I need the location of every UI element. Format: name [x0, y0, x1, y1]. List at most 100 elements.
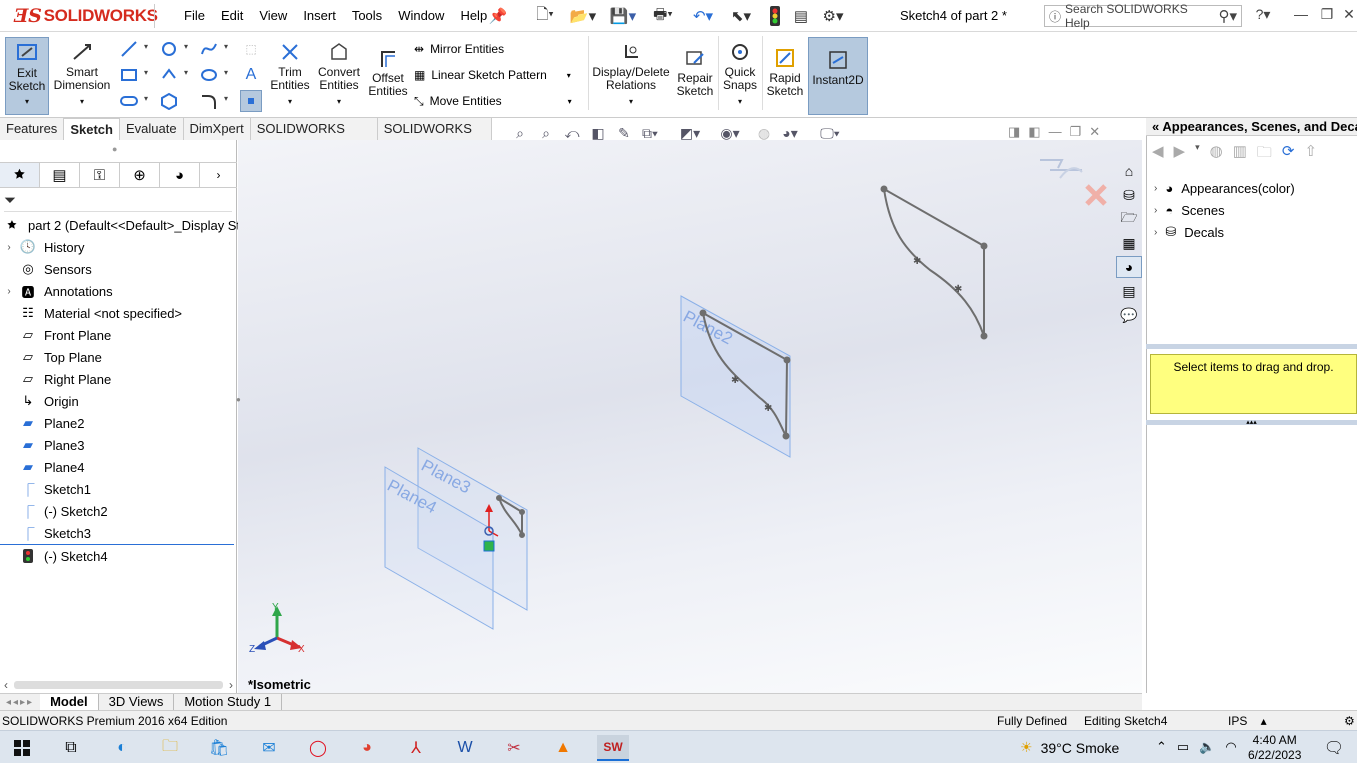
scroll-right-icon[interactable]: › [229, 678, 233, 692]
viewport-restore-icon[interactable]: ❐ [1070, 124, 1082, 140]
forward-icon[interactable]: ▶ [1174, 142, 1186, 167]
tree-item-sketch4[interactable]: (-) Sketch4 [0, 545, 108, 567]
undo-icon[interactable]: ↶▾ [686, 6, 720, 26]
tab-features[interactable]: Features [0, 118, 65, 140]
convert-entities-button[interactable]: Convert Entities ▾ [316, 40, 362, 108]
rapid-sketch-button[interactable]: Rapid Sketch [764, 46, 806, 98]
tree-item-origin[interactable]: ↳ Origin [0, 390, 79, 412]
open-icon[interactable]: 📂▾ [566, 6, 600, 26]
tree-item-plane3[interactable]: ▰ Plane3 [0, 434, 84, 456]
expand-icon[interactable]: › [1154, 183, 1157, 194]
new-folder-icon[interactable]: 🗀 [1257, 142, 1272, 167]
solidworks-resources-home-icon[interactable]: ⌂ [1116, 160, 1142, 182]
wifi-icon[interactable]: ◠ [1225, 739, 1236, 755]
chevron-down-icon[interactable]: ▾ [568, 97, 572, 106]
display-delete-relations-button[interactable]: Display/Delete Relations ▾ [592, 40, 670, 108]
notification-icon[interactable]: 🗨 [1320, 735, 1348, 761]
save-icon[interactable]: 💾▾ [606, 6, 640, 26]
repair-sketch-button[interactable]: Repair Sketch [674, 46, 716, 98]
microsoft-store-icon[interactable]: 🛍 [205, 735, 233, 761]
chevron-down-icon[interactable]: ▾ [224, 94, 228, 103]
tree-item-sketch1[interactable]: ⎾ Sketch1 [0, 478, 91, 500]
chevron-down-icon[interactable]: ▾ [144, 68, 148, 77]
expand-icon[interactable]: › [0, 286, 18, 297]
tree-item-sketch2[interactable]: ⎾ (-) Sketch2 [0, 500, 107, 522]
menu-tools[interactable]: Tools [344, 8, 390, 24]
tree-item-front-plane[interactable]: ▱ Front Plane [0, 324, 111, 346]
tab-3d-views[interactable]: 3D Views [99, 694, 175, 710]
linear-sketch-pattern-button[interactable]: ▦ Linear Sketch Pattern ▾ [414, 64, 571, 86]
minimize-window-icon[interactable]: — [1290, 6, 1312, 26]
design-library-icon[interactable]: ⛁ [1116, 184, 1142, 206]
tree-item-sketch3[interactable]: ⎾ Sketch3 [0, 522, 91, 544]
display-manager-tab-icon[interactable]: ◕ [160, 163, 200, 187]
mirror-entities-button[interactable]: ⇹ Mirror Entities [414, 38, 504, 60]
rebuild-icon[interactable] [766, 6, 784, 26]
filter-icon[interactable]: ⏷ [4, 192, 232, 212]
battery-icon[interactable]: ▭ [1177, 739, 1189, 755]
smart-dimension-button[interactable]: Smart Dimension ▾ [54, 40, 110, 108]
rectangle-icon[interactable] [118, 64, 140, 86]
tab-evaluate[interactable]: Evaluate [120, 118, 184, 140]
fillet-icon[interactable] [198, 90, 220, 112]
tab-motion-study[interactable]: Motion Study 1 [174, 694, 283, 710]
tree-item-decals[interactable]: › ⛁ Decals [1154, 221, 1224, 243]
exit-sketch-button[interactable]: Exit Sketch ▾ [5, 37, 49, 115]
tree-item-sensors[interactable]: ◎ Sensors [0, 258, 91, 280]
solidworks-logo[interactable]: ƎS SOLIDWORKS [14, 4, 158, 28]
mail-icon[interactable]: ✉ [255, 735, 283, 761]
select-icon[interactable]: ⬉▾ [726, 6, 756, 26]
windows-start-icon[interactable] [8, 735, 36, 761]
expand-icon[interactable]: › [1154, 205, 1157, 216]
up-arrow-icon[interactable]: ⇧ [1305, 142, 1318, 167]
edge-browser-icon[interactable]: ◐ [108, 735, 136, 761]
tree-item-plane4[interactable]: ▰ Plane4 [0, 456, 84, 478]
tab-model[interactable]: Model [40, 694, 99, 710]
search-field[interactable]: ⓘ Search SOLIDWORKS Help ⚲▾ [1044, 2, 1242, 30]
new-document-icon[interactable]: 🗋▾ [530, 6, 560, 26]
construction-geometry-icon[interactable]: ⬚ [240, 38, 262, 60]
feature-manager-tab-icon[interactable]: 🟊 [0, 163, 40, 187]
tree-item-right-plane[interactable]: ▱ Right Plane [0, 368, 111, 390]
weather-widget[interactable]: ☀ 39°C Smoke [1020, 739, 1119, 756]
file-properties-icon[interactable]: ▤ [790, 6, 812, 26]
dimxpert-manager-tab-icon[interactable]: ⊕ [120, 163, 160, 187]
splitter-handle[interactable]: ● [112, 144, 117, 154]
pane-splitter[interactable] [1146, 344, 1357, 349]
refresh-icon[interactable]: ⟳ [1282, 142, 1295, 167]
expand-icon[interactable]: › [0, 242, 18, 253]
move-entities-button[interactable]: ⤡ Move Entities ▾ [414, 90, 572, 112]
close-window-icon[interactable]: ✕ [1338, 6, 1357, 26]
chevron-down-icon[interactable]: ▾ [184, 42, 188, 51]
chevron-up-icon[interactable]: ⌃ [1156, 739, 1167, 755]
tree-item-appearances[interactable]: › ◕ Appearances(color) [1154, 177, 1295, 199]
configuration-manager-tab-icon[interactable]: ⚿ [80, 163, 120, 187]
scroll-thumb[interactable] [14, 681, 223, 689]
offset-entities-button[interactable]: Offset Entities [366, 46, 410, 98]
units-selector[interactable]: IPS ▴ [1228, 714, 1267, 728]
horizontal-scrollbar[interactable]: ‹ › [0, 677, 237, 693]
spline-icon[interactable] [198, 38, 220, 60]
chevron-down-icon[interactable]: ▾ [1195, 142, 1200, 167]
confirmation-corner[interactable] [1040, 159, 1107, 206]
line-icon[interactable] [118, 38, 140, 60]
chevron-down-icon[interactable]: ▾ [184, 68, 188, 77]
chevron-down-icon[interactable]: ▾ [144, 42, 148, 51]
cancel-sketch-icon[interactable] [1085, 184, 1107, 206]
chevron-down-icon[interactable]: ▾ [144, 94, 148, 103]
tree-item-material[interactable]: ☷ Material <not specified> [0, 302, 182, 324]
solidworks-taskbar-icon[interactable]: SW [597, 735, 629, 761]
file-explorer-icon[interactable]: 🗀 [156, 735, 184, 761]
tab-solidworks-mbd[interactable]: SOLIDWORKS MBD [378, 118, 492, 157]
menu-insert[interactable]: Insert [295, 8, 344, 24]
menu-edit[interactable]: Edit [213, 8, 251, 24]
word-icon[interactable]: W [451, 735, 479, 761]
tab-dimxpert[interactable]: DimXpert [184, 118, 251, 140]
back-icon[interactable]: ◀ [1152, 142, 1164, 167]
help-button[interactable]: ?▾ [1252, 6, 1274, 26]
instant2d-button[interactable]: Instant2D [808, 37, 868, 115]
straight-slot-icon[interactable] [118, 90, 140, 112]
property-manager-tab-icon[interactable]: ▤ [40, 163, 80, 187]
appearance-add-icon[interactable]: ◍ [1210, 142, 1223, 167]
trim-entities-button[interactable]: Trim Entities ▾ [268, 40, 312, 108]
